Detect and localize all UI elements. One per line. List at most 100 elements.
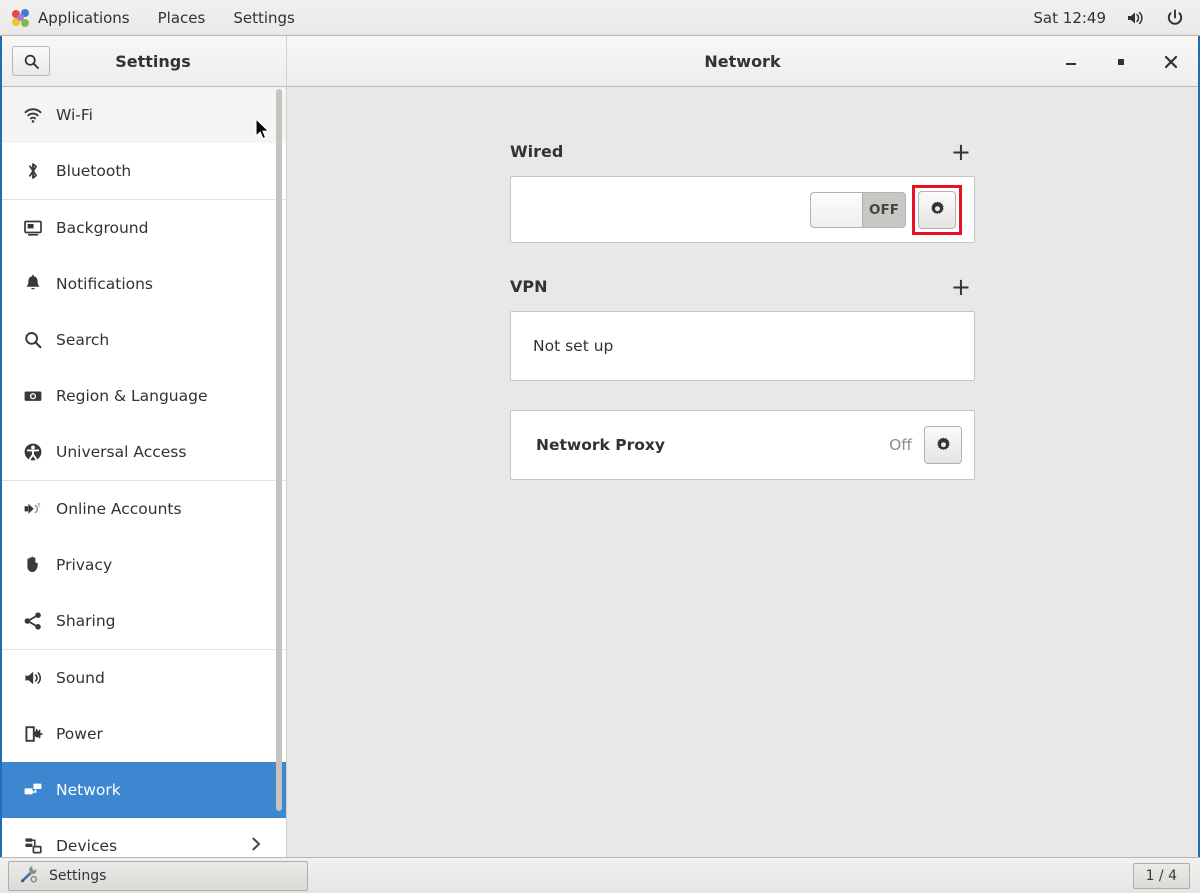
wired-settings-button[interactable] xyxy=(918,191,956,229)
sidebar-item-label: Notifications xyxy=(56,275,153,293)
spacer xyxy=(510,243,975,277)
window-body: Wi-Fi Bluetooth xyxy=(2,87,1198,857)
top-panel: Applications Places Settings Sat 12:49 xyxy=(0,0,1200,36)
sidebar-item-label: Universal Access xyxy=(56,443,186,461)
menu-settings[interactable]: Settings xyxy=(219,0,309,35)
sidebar-item-devices[interactable]: Devices xyxy=(2,818,286,857)
workspace-indicator[interactable]: 1 / 4 xyxy=(1133,863,1190,889)
privacy-hand-icon xyxy=(20,552,46,578)
vpn-row: Not set up xyxy=(511,312,974,380)
volume-icon[interactable] xyxy=(1124,7,1146,29)
close-button[interactable] xyxy=(1158,49,1184,75)
sidebar-item-region-language[interactable]: Region & Language xyxy=(2,368,286,424)
menu-settings-label: Settings xyxy=(233,9,295,27)
menu-places-label: Places xyxy=(158,9,206,27)
sidebar-item-label: Sound xyxy=(56,669,105,687)
sidebar-item-label: Background xyxy=(56,219,148,237)
settings-sidebar: Wi-Fi Bluetooth xyxy=(2,87,287,857)
sidebar-item-label: Wi-Fi xyxy=(56,106,93,124)
sidebar-item-label: Region & Language xyxy=(56,387,208,405)
sidebar-item-power[interactable]: Power xyxy=(2,706,286,762)
bluetooth-icon xyxy=(20,158,46,184)
svg-text:s: s xyxy=(37,502,40,509)
wifi-icon xyxy=(20,102,46,128)
search-icon xyxy=(23,53,40,70)
region-language-icon xyxy=(20,383,46,409)
clock[interactable]: Sat 12:49 xyxy=(1033,9,1106,27)
sidebar-scrollbar[interactable] xyxy=(278,87,284,857)
sidebar-item-sound[interactable]: Sound xyxy=(2,650,286,706)
sidebar-item-universal-access[interactable]: Universal Access xyxy=(2,424,286,480)
vpn-card: Not set up xyxy=(510,311,975,381)
search-icon xyxy=(20,327,46,353)
sharing-icon xyxy=(20,608,46,634)
add-wired-button[interactable]: + xyxy=(947,144,975,160)
sidebar-item-label: Power xyxy=(56,725,103,743)
sidebar-item-label: Online Accounts xyxy=(56,500,182,518)
network-panel-inner: Wired + OFF xyxy=(510,142,975,480)
maximize-icon xyxy=(1113,54,1129,70)
vpn-title: VPN xyxy=(510,277,548,296)
devices-icon xyxy=(20,833,46,857)
power-icon[interactable] xyxy=(1164,7,1186,29)
network-proxy-state: Off xyxy=(889,436,912,454)
wired-toggle-knob xyxy=(811,193,863,227)
network-proxy-label: Network Proxy xyxy=(536,436,889,454)
tools-icon xyxy=(19,864,39,888)
taskbar: Settings 1 / 4 xyxy=(0,857,1200,893)
add-vpn-button[interactable]: + xyxy=(947,279,975,295)
wired-toggle[interactable]: OFF xyxy=(810,192,906,228)
wired-toggle-state: OFF xyxy=(863,193,905,227)
sidebar-item-privacy[interactable]: Privacy xyxy=(2,537,286,593)
network-settings-panel: Wired + OFF xyxy=(287,87,1198,857)
settings-window: Settings Network xyxy=(0,36,1200,857)
sidebar-item-background[interactable]: Background xyxy=(2,200,286,256)
wired-section-header: Wired + xyxy=(510,142,975,161)
network-icon xyxy=(20,777,46,803)
desktop-screen: Applications Places Settings Sat 12:49 xyxy=(0,0,1200,893)
window-titlebar: Settings Network xyxy=(2,36,1198,87)
spacer xyxy=(510,381,975,410)
sidebar-item-sharing[interactable]: Sharing xyxy=(2,593,286,649)
sidebar-item-label: Search xyxy=(56,331,109,349)
power-plug-icon xyxy=(20,721,46,747)
menu-applications-label: Applications xyxy=(38,9,130,27)
sidebar-title: Settings xyxy=(50,52,256,71)
sidebar-item-online-accounts[interactable]: s Online Accounts xyxy=(2,481,286,537)
sidebar-scrollbar-thumb[interactable] xyxy=(276,89,282,811)
top-panel-menus: Applications Places Settings xyxy=(0,0,309,35)
titlebar-content-part: Network xyxy=(287,36,1198,86)
top-panel-status: Sat 12:49 xyxy=(1033,0,1200,35)
taskbar-window-label: Settings xyxy=(49,868,106,884)
sidebar-item-notifications[interactable]: Notifications xyxy=(2,256,286,312)
close-icon xyxy=(1162,53,1180,71)
minimize-button[interactable] xyxy=(1058,49,1084,75)
sidebar-item-label: Bluetooth xyxy=(56,162,131,180)
vpn-status: Not set up xyxy=(533,337,613,355)
menu-applications[interactable]: Applications xyxy=(0,0,144,35)
network-proxy-settings-button[interactable] xyxy=(924,426,962,464)
menu-places[interactable]: Places xyxy=(144,0,220,35)
gnome-applications-icon xyxy=(12,9,30,27)
wired-card: OFF xyxy=(510,176,975,243)
background-icon xyxy=(20,215,46,241)
sound-icon xyxy=(20,665,46,691)
sidebar-item-label: Privacy xyxy=(56,556,112,574)
search-button[interactable] xyxy=(12,46,50,76)
window-controls xyxy=(1058,36,1198,87)
sidebar-item-wifi[interactable]: Wi-Fi xyxy=(2,87,286,143)
maximize-button[interactable] xyxy=(1108,49,1134,75)
sidebar-item-search[interactable]: Search xyxy=(2,312,286,368)
sidebar-item-label: Network xyxy=(56,781,121,799)
wired-row: OFF xyxy=(511,177,974,242)
network-proxy-card: Network Proxy Off xyxy=(510,410,975,480)
chevron-right-icon xyxy=(248,836,264,856)
sidebar-item-network[interactable]: Network xyxy=(2,762,286,818)
minimize-icon xyxy=(1063,54,1079,70)
sidebar-item-bluetooth[interactable]: Bluetooth xyxy=(2,143,286,199)
online-accounts-icon: s xyxy=(20,496,46,522)
taskbar-window-settings[interactable]: Settings xyxy=(8,861,308,891)
network-proxy-row: Network Proxy Off xyxy=(511,411,974,479)
wired-title: Wired xyxy=(510,142,563,161)
sidebar-item-label: Devices xyxy=(56,837,117,855)
